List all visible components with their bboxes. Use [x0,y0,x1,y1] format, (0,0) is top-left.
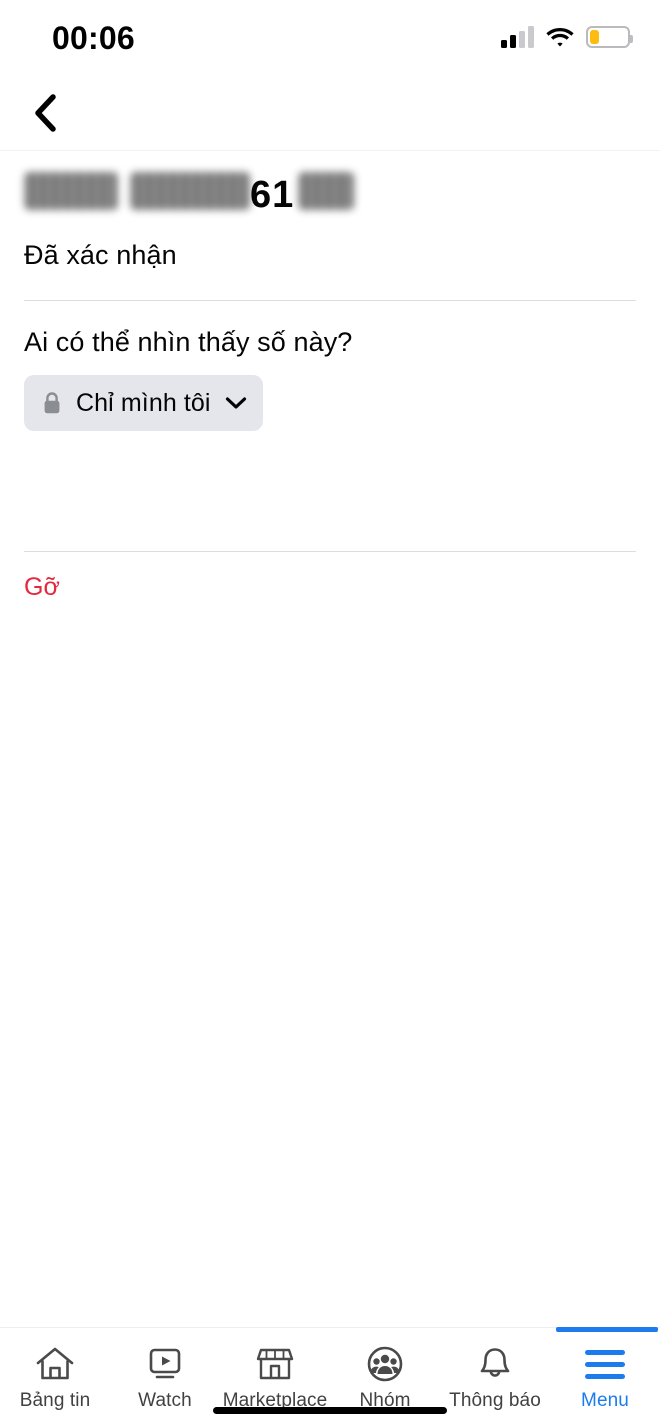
tab-label-menu: Menu [581,1390,629,1411]
battery-low-icon [586,26,633,48]
status-bar-time: 00:06 [52,20,135,56]
active-tab-indicator [556,1327,658,1332]
status-bar: 00:06 [0,0,660,78]
tab-watch[interactable]: Watch [110,1328,220,1428]
cellular-signal-icon [501,26,534,48]
navigation-header [0,78,660,151]
remove-button[interactable]: Gỡ [24,573,60,602]
tab-thong-bao[interactable]: Thông báo [440,1328,550,1428]
tab-label-watch: Watch [138,1390,192,1411]
verified-status-text: Đã xác nhận [24,240,177,270]
chevron-left-icon [35,94,56,132]
divider-bottom [24,551,636,552]
status-bar-indicators [501,26,633,48]
redacted-digits-trailing [298,172,355,210]
home-indicator [213,1407,447,1414]
audience-question-label: Ai có thể nhìn thấy số này? [24,327,353,357]
tab-label-bang-tin: Bảng tin [19,1390,91,1411]
home-icon [36,1347,74,1380]
app-screen: 00:06 61 Đã xác nhận Ai có thể nhìn thấy… [0,0,660,1428]
redacted-digits-leading [24,172,118,210]
redacted-digits-middle [130,172,250,210]
main-content: 61 Đã xác nhận Ai có thể nhìn thấy số nà… [0,151,660,1327]
storefront-icon [256,1348,294,1380]
tab-menu[interactable]: Menu [550,1327,660,1428]
visible-digits: 61 [250,174,295,216]
bell-icon [480,1348,510,1377]
phone-number-value: 61 [24,169,355,217]
tab-label-thong-bao: Thông báo [449,1390,541,1411]
audience-selector-label: Chỉ mình tôi [76,388,211,417]
back-button[interactable] [16,84,74,142]
divider-top [24,300,636,301]
audience-selector-button[interactable]: Chỉ mình tôi [24,375,263,431]
groups-icon [367,1346,403,1382]
wifi-icon [546,28,574,47]
tab-bang-tin[interactable]: Bảng tin [0,1328,110,1428]
chevron-down-icon [225,397,246,409]
hamburger-menu-icon [585,1349,625,1379]
video-play-icon [149,1348,181,1379]
lock-icon [44,392,60,414]
